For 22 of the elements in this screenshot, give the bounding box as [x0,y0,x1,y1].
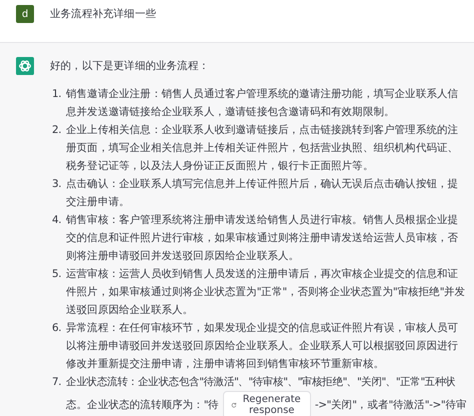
refresh-icon [230,400,237,410]
assistant-logo-icon [16,57,34,75]
list-item-text: 企业状态流转：企业状态包含"待激活"、"待审核"、"审核拒绝"、"关闭"、"正常"五种状 [66,375,456,390]
list-number: 3. [52,177,62,192]
list-item-text: 销售审核：客户管理系统将注册申请发送给销售人员进行审核。销售人员根据企业提交的信息和证件照片进行审核，如果审核通过则将注册申请发送给运营人员审核，否则将注册申请驳回并发送驳回原因给企业联系人。 [66,214,458,262]
list-item-text: 态。企业状态的流转顺序为："待 [66,398,219,413]
list-number: 5. [52,267,62,282]
list-number: 4. [52,213,62,228]
regenerate-button[interactable]: Regenerate response [222,391,311,416]
list-number: 6. [52,321,62,336]
list-item-text: 企业上传相关信息：企业联系人收到邀请链接后，点击链接跳转到客户管理系统的注册页面，填写企业相关信息并上传相关证件照片，包括营业执照、组织机构代码证、税务登记证等，以及法人身份证正反面照片，银行卡正面照片等。 [66,124,458,172]
list-item-text: 运营审核：运营人员收到销售人员发送的注册申请后，再次审核企业提交的信息和证件照片，如果审核通过则将企业状态置为"正常"，否则将企业状态置为"审核拒绝"并发送驳回原因给企业联系人。 [66,268,466,316]
list-item-text: 销售邀请企业注册：销售人员通过客户管理系统的邀请注册功能，填写企业联系人信息并发送邀请链接给企业联系人，邀请链接包含邀请码和有效期限制。 [66,88,458,118]
user-message: 业务流程补充详细一些 [50,7,156,22]
list-item-text: 点击确认：企业联系人填写完信息并上传证件照片后，确认无误后点击确认按钮，提交注册申请。 [66,178,458,208]
list-number: 7. [52,375,62,390]
list-item-text: 异常流程：在任何审核环节，如果发现企业提交的信息或证件照片有误，审核人员可以将注册申请驳回并发送驳回原因给企业联系人。企业联系人可以根据驳回原因进行修改并重新提交注册申请，注册申请将回到销售审核环节重新审核。 [66,322,458,370]
assistant-intro: 好的，以下是更详细的业务流程： [50,59,210,74]
list-number: 2. [52,123,62,138]
list-number: 1. [52,87,62,102]
list-item-text: ->"关闭"，或者"待激活"->"待审 [314,398,467,413]
user-avatar: d [16,5,34,23]
